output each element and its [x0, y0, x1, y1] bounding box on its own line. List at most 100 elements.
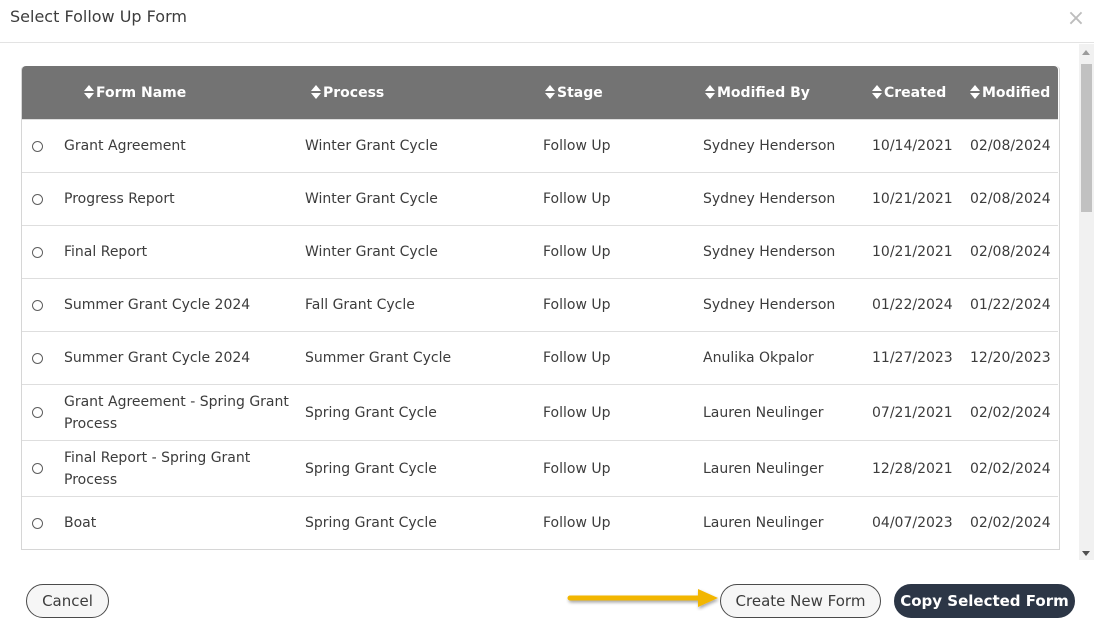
- cell-process: Winter Grant Cycle: [303, 225, 541, 279]
- cell-created: 07/21/2021: [866, 384, 966, 441]
- table-header-row: Form Name Process Stage Modified By Created M…: [22, 66, 1058, 120]
- cell-form-name: Grant Agreement - Spring Grant Process: [62, 384, 303, 441]
- row-select-radio[interactable]: [32, 463, 43, 474]
- cell-created: 10/21/2021: [866, 225, 966, 279]
- cell-form-name: Summer Grant Cycle 2024: [62, 331, 303, 385]
- cell-created: 04/07/2023: [866, 496, 966, 549]
- select-cell: [22, 384, 62, 441]
- cell-stage: Follow Up: [541, 496, 701, 549]
- cell-form-name: Grant Agreement: [62, 119, 303, 173]
- cell-process: Winter Grant Cycle: [303, 119, 541, 173]
- form-list-scroll-area[interactable]: Form Name Process Stage Modified By Created M…: [0, 44, 1094, 560]
- scroll-down-icon[interactable]: [1082, 551, 1090, 556]
- column-header-created[interactable]: Created: [866, 66, 966, 120]
- cell-stage: Follow Up: [541, 119, 701, 173]
- select-cell: [22, 331, 62, 385]
- column-header-label: Process: [323, 84, 385, 101]
- column-header-label: Modified By: [717, 84, 810, 101]
- sort-icon[interactable]: [705, 84, 715, 99]
- cell-modified-by: Sydney Henderson: [701, 225, 866, 279]
- column-header-label: Form Name: [96, 84, 187, 101]
- forms-table-container: Form Name Process Stage Modified By Created M…: [21, 66, 1060, 550]
- cell-process: Fall Grant Cycle: [303, 278, 541, 332]
- cell-stage: Follow Up: [541, 440, 701, 497]
- table-row[interactable]: Final Report - Spring Grant Process Sprin…: [22, 440, 1058, 497]
- column-header-label: Modified: [982, 84, 1051, 101]
- cell-modified: 02/02/2024: [966, 440, 1058, 497]
- sort-icon[interactable]: [545, 84, 555, 99]
- cell-process: Spring Grant Cycle: [303, 440, 541, 497]
- cell-modified: 02/08/2024: [966, 172, 1058, 226]
- column-header-label: Stage: [557, 84, 603, 101]
- cell-process: Spring Grant Cycle: [303, 384, 541, 441]
- cell-form-name: Progress Report: [62, 172, 303, 226]
- row-select-radio[interactable]: [32, 517, 43, 529]
- cell-modified: 12/20/2023: [966, 331, 1058, 385]
- sort-icon[interactable]: [311, 84, 321, 99]
- cell-created: 10/14/2021: [866, 119, 966, 173]
- cell-process: Spring Grant Cycle: [303, 496, 541, 549]
- cell-process: Summer Grant Cycle: [303, 331, 541, 385]
- column-header-modified-by[interactable]: Modified By: [701, 66, 866, 120]
- row-select-radio[interactable]: [32, 193, 43, 205]
- cell-created: 11/27/2023: [866, 331, 966, 385]
- sort-icon[interactable]: [970, 84, 980, 99]
- table-row[interactable]: Summer Grant Cycle 2024 Fall Grant Cycle F…: [22, 278, 1058, 332]
- table-row[interactable]: Progress Report Winter Grant Cycle Follow …: [22, 172, 1058, 226]
- cell-modified-by: Lauren Neulinger: [701, 496, 866, 549]
- cell-form-name: Boat: [62, 496, 303, 549]
- create-new-form-button[interactable]: Create New Form: [720, 584, 881, 618]
- cell-modified: 02/08/2024: [966, 119, 1058, 173]
- cell-stage: Follow Up: [541, 278, 701, 332]
- column-header-form-name[interactable]: Form Name: [62, 66, 303, 120]
- cell-stage: Follow Up: [541, 384, 701, 441]
- table-row[interactable]: Boat Spring Grant Cycle Follow Up Lauren Ne…: [22, 496, 1058, 549]
- select-column-header: [22, 66, 62, 120]
- table-row[interactable]: Final Report Winter Grant Cycle Follow Up S…: [22, 225, 1058, 279]
- select-cell: [22, 172, 62, 226]
- row-select-radio[interactable]: [32, 352, 43, 364]
- cell-modified-by: Anulika Okpalor: [701, 331, 866, 385]
- column-header-modified[interactable]: Modified: [966, 66, 1058, 120]
- select-cell: [22, 278, 62, 332]
- table-row[interactable]: Grant Agreement - Spring Grant Process Sp…: [22, 384, 1058, 441]
- row-select-radio[interactable]: [32, 140, 43, 152]
- cell-modified-by: Sydney Henderson: [701, 278, 866, 332]
- cell-form-name: Summer Grant Cycle 2024: [62, 278, 303, 332]
- scroll-up-icon[interactable]: [1082, 50, 1090, 55]
- cell-modified-by: Sydney Henderson: [701, 172, 866, 226]
- column-header-stage[interactable]: Stage: [541, 66, 701, 120]
- cell-modified-by: Lauren Neulinger: [701, 384, 866, 441]
- select-cell: [22, 119, 62, 173]
- table-body: Grant Agreement Winter Grant Cycle Follow …: [22, 119, 1058, 549]
- copy-selected-form-button[interactable]: Copy Selected Form: [894, 584, 1075, 618]
- cell-modified: 02/02/2024: [966, 496, 1058, 549]
- row-select-radio[interactable]: [32, 246, 43, 258]
- cell-form-name: Final Report: [62, 225, 303, 279]
- table-row[interactable]: Summer Grant Cycle 2024 Summer Grant Cycl…: [22, 331, 1058, 385]
- select-cell: [22, 225, 62, 279]
- row-select-radio[interactable]: [32, 407, 43, 418]
- sort-icon[interactable]: [84, 84, 94, 99]
- cell-modified-by: Lauren Neulinger: [701, 440, 866, 497]
- cell-modified: 02/02/2024: [966, 384, 1058, 441]
- arrow-annotation-icon: [567, 589, 718, 607]
- forms-table: Form Name Process Stage Modified By Created M…: [22, 66, 1058, 549]
- column-header-process[interactable]: Process: [303, 66, 541, 120]
- sort-icon[interactable]: [872, 84, 882, 99]
- scrollbar-thumb[interactable]: [1081, 64, 1092, 212]
- column-header-label: Created: [884, 84, 947, 101]
- dialog-header: Select Follow Up Form ×: [0, 0, 1094, 43]
- cell-created: 12/28/2021: [866, 440, 966, 497]
- dialog-title: Select Follow Up Form: [10, 7, 187, 26]
- vertical-scrollbar[interactable]: [1079, 44, 1094, 560]
- row-select-radio[interactable]: [32, 299, 43, 311]
- cell-modified: 01/22/2024: [966, 278, 1058, 332]
- cell-stage: Follow Up: [541, 331, 701, 385]
- cell-stage: Follow Up: [541, 172, 701, 226]
- cell-created: 10/21/2021: [866, 172, 966, 226]
- cell-created: 01/22/2024: [866, 278, 966, 332]
- table-row[interactable]: Grant Agreement Winter Grant Cycle Follow …: [22, 119, 1058, 173]
- close-icon[interactable]: ×: [1066, 6, 1086, 32]
- cancel-button[interactable]: Cancel: [26, 584, 109, 618]
